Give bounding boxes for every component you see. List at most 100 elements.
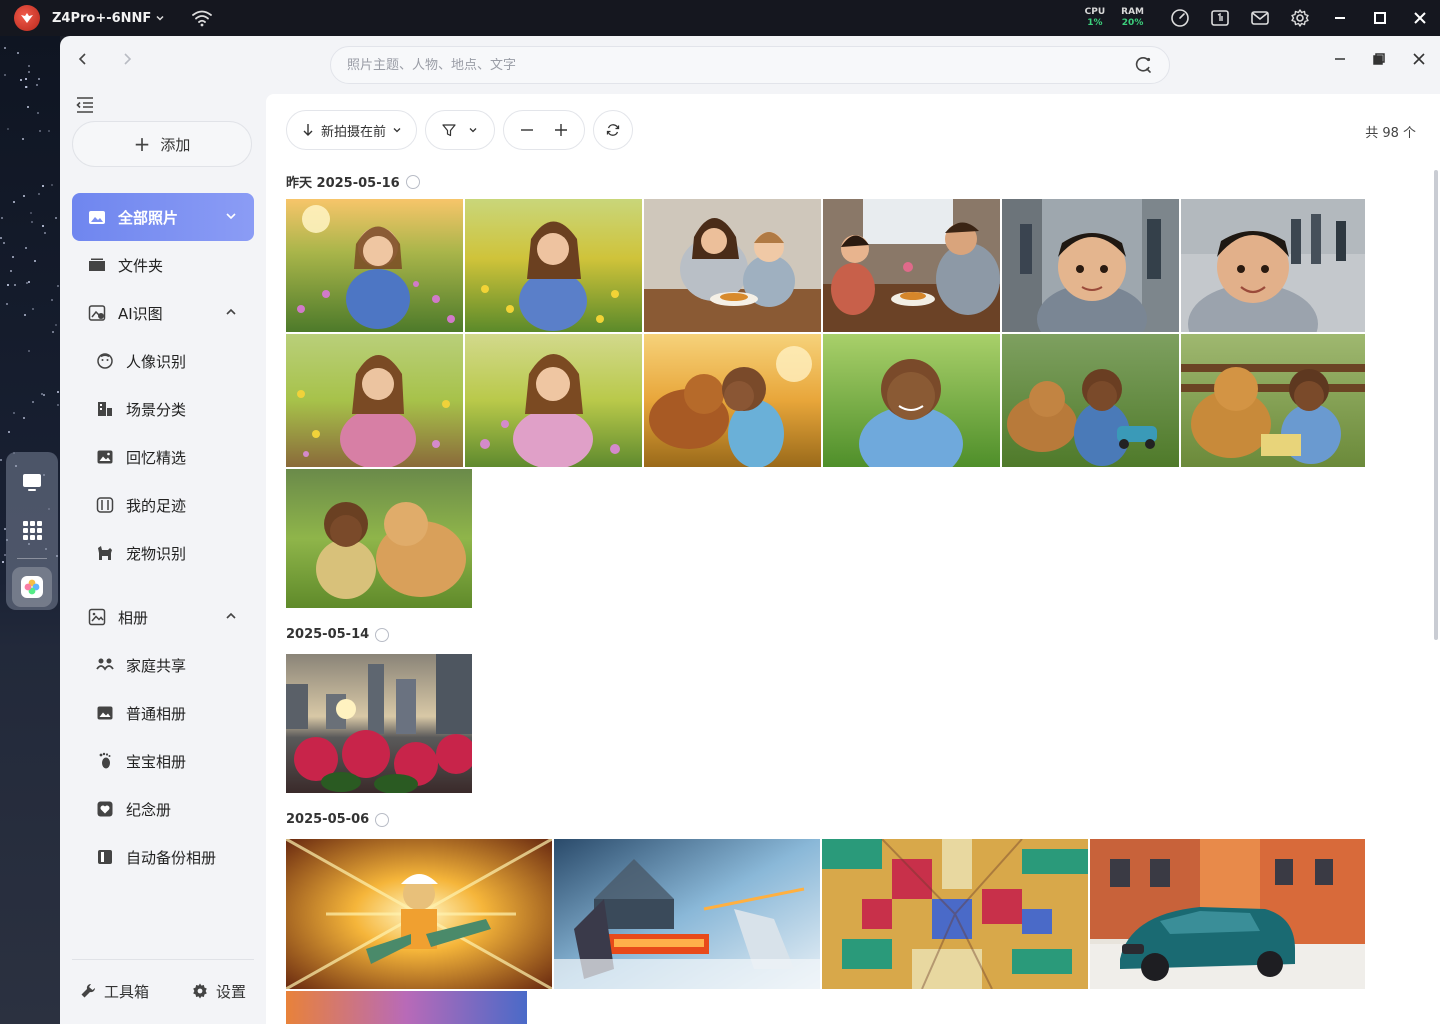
image-search-icon[interactable]: [1133, 55, 1153, 75]
chevron-down-icon: [393, 128, 401, 133]
photo-thumbnail[interactable]: [286, 839, 552, 989]
sidebar-item-normal-album[interactable]: 普通相册: [72, 689, 254, 737]
monitor-icon[interactable]: [1200, 0, 1240, 36]
speedometer-icon[interactable]: [1160, 0, 1200, 36]
chevron-down-icon[interactable]: [224, 209, 238, 223]
photo-thumbnail[interactable]: [1002, 334, 1179, 467]
add-button[interactable]: + 添加: [72, 121, 252, 167]
photo-thumbnail[interactable]: [1002, 199, 1179, 332]
scrollbar[interactable]: [1434, 170, 1438, 640]
forward-button[interactable]: [114, 46, 140, 72]
sidebar-item-folder[interactable]: 文件夹: [72, 241, 254, 289]
sidebar-item-auto-backup-album[interactable]: 自动备份相册: [72, 833, 254, 881]
photos-app-icon[interactable]: [12, 567, 52, 607]
window-restore-button[interactable]: [1363, 44, 1395, 74]
photo-thumbnail[interactable]: [286, 469, 472, 608]
wallpaper-star: [39, 130, 41, 132]
zspace-logo-icon[interactable]: [14, 5, 40, 31]
refresh-button[interactable]: [593, 110, 634, 150]
app-grid-icon[interactable]: [12, 510, 52, 550]
photo-thumbnail[interactable]: [465, 334, 642, 467]
wallpaper-star: [25, 247, 27, 249]
photo-thumbnail[interactable]: [644, 199, 821, 332]
back-button[interactable]: [70, 46, 96, 72]
collapse-sidebar-icon[interactable]: [74, 94, 96, 116]
cpu-value: 1%: [1087, 18, 1103, 28]
device-selector[interactable]: Z4Pro+-6NNF: [52, 11, 165, 26]
photo-thumbnail[interactable]: [1181, 199, 1365, 332]
wallpaper-star: [57, 285, 59, 287]
os-minimize-button[interactable]: [1320, 0, 1360, 36]
zoom-out-icon[interactable]: [520, 123, 534, 137]
sidebar-item-memories[interactable]: 回忆精选: [72, 433, 254, 481]
mail-icon[interactable]: [1240, 0, 1280, 36]
sidebar-item-pet-recognition[interactable]: 宠物识别: [72, 529, 254, 577]
window-minimize-button[interactable]: [1324, 44, 1356, 74]
sidebar-divider: [72, 959, 254, 960]
photo-thumbnail[interactable]: [286, 654, 472, 793]
wallpaper-star: [55, 324, 57, 326]
sidebar-item-albums[interactable]: 相册: [72, 593, 254, 641]
chevron-down-icon: [469, 128, 477, 133]
sidebar-item-label: 我的足迹: [126, 496, 187, 515]
wallpaper-star: [55, 217, 57, 219]
photos-window: + 添加 全部照片 文件夹 AI识图 人像识别 场景分类 回忆精选: [60, 36, 1440, 1024]
gear-icon[interactable]: [1280, 0, 1320, 36]
sidebar-item-label: 自动备份相册: [126, 848, 217, 867]
sidebar-item-label: 普通相册: [126, 704, 187, 723]
settings-button[interactable]: 设置: [192, 981, 246, 1002]
os-maximize-button[interactable]: [1360, 0, 1400, 36]
photo-thumbnail[interactable]: [1181, 334, 1365, 467]
sidebar-item-family-share[interactable]: 家庭共享: [72, 641, 254, 689]
select-group-checkbox[interactable]: [405, 174, 420, 189]
photos-icon: [89, 211, 105, 224]
ram-meter[interactable]: RAM 20%: [1121, 7, 1144, 29]
sidebar-item-face-recognition[interactable]: 人像识别: [72, 337, 254, 385]
sidebar-item-memorial-album[interactable]: 纪念册: [72, 785, 254, 833]
sidebar-item-all-photos[interactable]: 全部照片: [72, 193, 254, 241]
sidebar-item-baby-album[interactable]: 宝宝相册: [72, 737, 254, 785]
search-bar[interactable]: [330, 46, 1170, 84]
sort-dropdown[interactable]: 新拍摄在前: [286, 110, 418, 150]
family-icon: [96, 658, 114, 671]
sidebar: + 添加 全部照片 文件夹 AI识图 人像识别 场景分类 回忆精选 我的足迹 宠…: [60, 94, 266, 1024]
wifi-icon[interactable]: [191, 9, 213, 27]
select-group-checkbox[interactable]: [375, 812, 390, 827]
photo-thumbnail[interactable]: [465, 199, 642, 332]
photo-thumbnail[interactable]: [823, 199, 1000, 332]
search-input[interactable]: [347, 57, 1133, 73]
sidebar-item-label: 家庭共享: [126, 656, 187, 675]
os-close-button[interactable]: [1400, 0, 1440, 36]
chevron-up-icon[interactable]: [224, 305, 238, 319]
photo-thumbnail[interactable]: [286, 334, 463, 467]
photo-thumbnail[interactable]: [644, 334, 821, 467]
os-taskbar: Z4Pro+-6NNF CPU 1% RAM 20%: [0, 0, 1440, 36]
select-group-checkbox[interactable]: [375, 627, 390, 642]
refresh-icon: [606, 124, 620, 136]
wallpaper-star: [23, 195, 25, 197]
photo-thumbnail[interactable]: [554, 839, 820, 989]
photo-thumbnail[interactable]: [823, 334, 1000, 467]
photo-thumbnail[interactable]: [286, 991, 527, 1024]
heart-icon: [97, 801, 113, 817]
sidebar-item-my-footprints[interactable]: 我的足迹: [72, 481, 254, 529]
ai-image-icon: [88, 305, 106, 321]
toolbox-button[interactable]: 工具箱: [80, 981, 149, 1002]
wallpaper-star: [23, 417, 25, 419]
filter-dropdown[interactable]: [425, 110, 496, 150]
sidebar-item-label: 纪念册: [126, 800, 172, 819]
photo-thumbnail[interactable]: [822, 839, 1088, 989]
zoom-in-icon[interactable]: [554, 123, 568, 137]
photo-thumbnail[interactable]: [1090, 839, 1365, 989]
sidebar-item-scene-classification[interactable]: 场景分类: [72, 385, 254, 433]
desktop-icon[interactable]: [12, 462, 52, 502]
map-icon: [96, 497, 114, 513]
wallpaper-star: [12, 256, 14, 258]
window-close-button[interactable]: [1403, 44, 1435, 74]
wallpaper-star: [42, 225, 44, 227]
cpu-meter[interactable]: CPU 1%: [1085, 7, 1106, 29]
sidebar-item-ai-image[interactable]: AI识图: [72, 289, 254, 337]
photo-thumbnail[interactable]: [286, 199, 463, 332]
chevron-up-icon[interactable]: [224, 609, 238, 623]
zoom-control: [503, 110, 586, 150]
